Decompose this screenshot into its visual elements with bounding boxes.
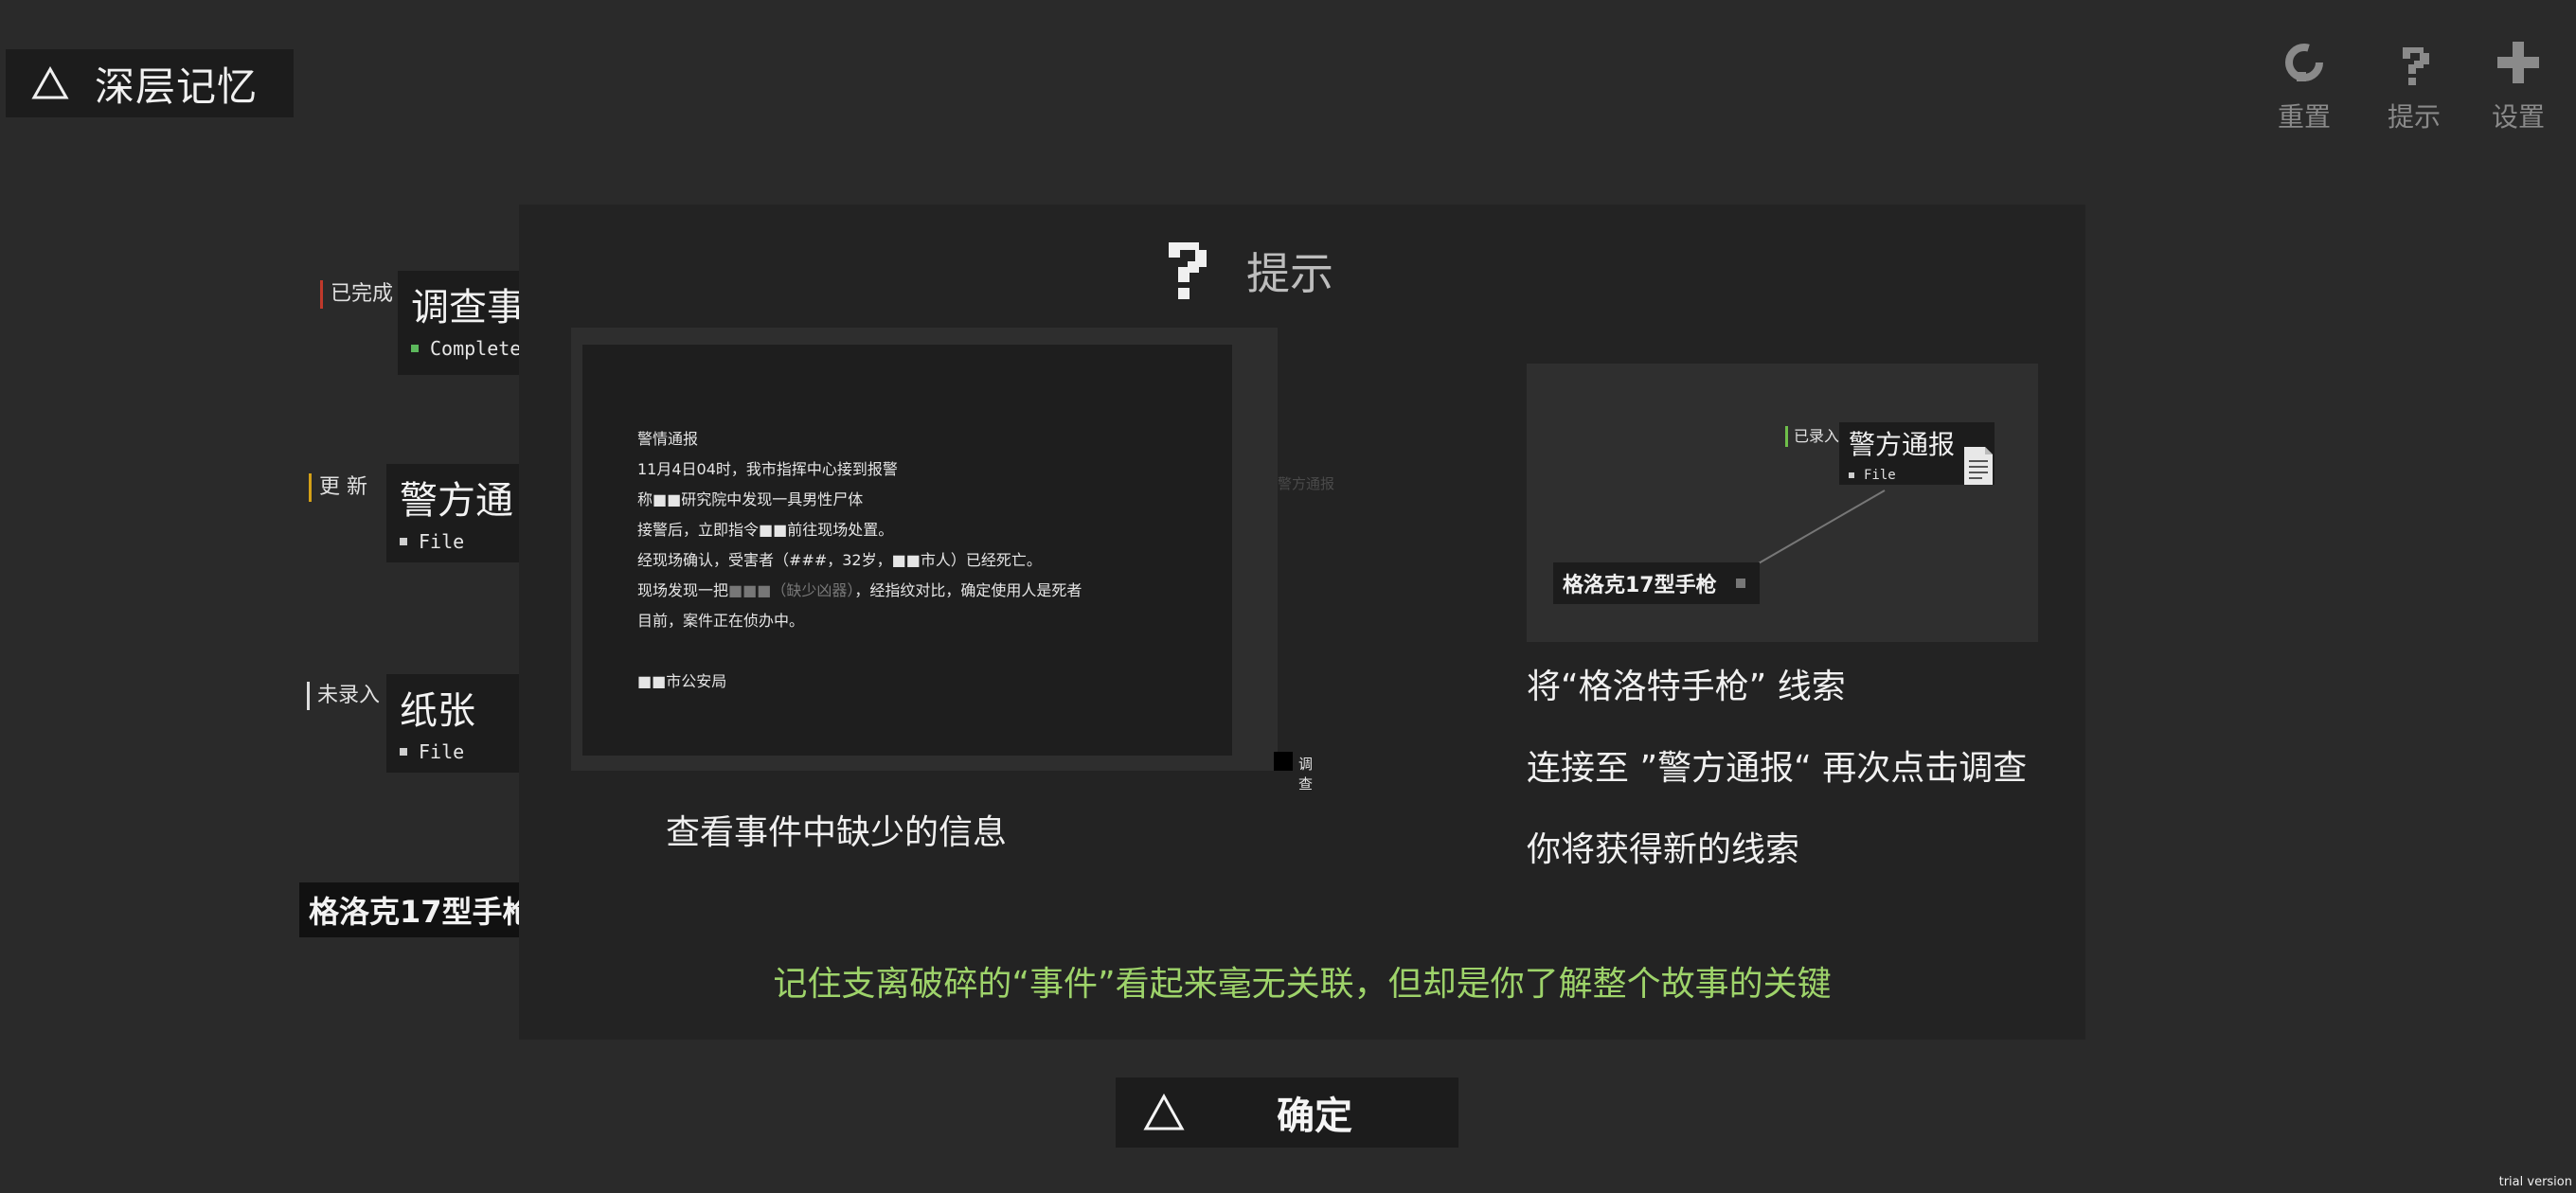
question-icon: [1169, 242, 1207, 299]
reset-button[interactable]: 重置: [2252, 38, 2356, 134]
status-dot: [411, 345, 419, 352]
doc-line: 警情通报: [637, 430, 699, 448]
document-text: 警情通报 11月4日04时，我市指挥中心接到报警 称■■研究院中发现一具男性尸体…: [637, 424, 1082, 697]
doc-line: ■■市公安局: [637, 672, 727, 690]
triangle-outline-icon: [31, 65, 69, 99]
node-name: 调查事: [411, 286, 525, 329]
doc-line: 11月4日04时，我市指挥中心接到报警: [637, 460, 898, 478]
clue-node-paper[interactable]: 纸张 File: [386, 674, 528, 773]
connection-example: 已录入 警方通报 File 格洛克17型手枪: [1527, 364, 2038, 642]
node-name: 格洛克17型手枪: [309, 894, 533, 930]
node-sub-label: File: [419, 740, 465, 763]
instruction-line: 你将获得新的线索: [1527, 830, 1800, 869]
game-title-panel: 深层记忆: [6, 49, 294, 117]
doc-line: 称■■研究院中发现一具男性尸体: [637, 490, 864, 508]
example-glock-node: 格洛克17型手枪: [1553, 562, 1760, 604]
hint-tip: 记住支离破碎的“事件”看起来毫无关联，但却是你了解整个故事的关键: [773, 965, 1832, 1004]
investigate-label: 调查: [1298, 756, 1314, 792]
doc-line-tail: ，经指纹对比，确定使用人是死者: [854, 581, 1082, 599]
instruction-line: 将“格洛特手枪” 线索: [1527, 668, 1846, 706]
redacted-text: ■■■（缺少凶器）: [728, 581, 855, 599]
investigate-square: [1274, 752, 1293, 771]
status-dot: [400, 748, 407, 756]
connector-dot: [1735, 579, 1745, 588]
node-subtitle: Complete: [398, 331, 530, 369]
reset-label: 重置: [2277, 101, 2331, 133]
document-caption: 查看事件中缺少的信息: [666, 813, 1008, 852]
game-title: 深层记忆: [95, 62, 259, 110]
question-icon: [2403, 47, 2429, 85]
status-dot: [400, 538, 407, 545]
example-sub-label: File: [1864, 468, 1896, 483]
example-gun-name: 格洛克17型手枪: [1563, 574, 1717, 597]
doc-line: 目前，案件正在侦办中。: [637, 612, 805, 630]
ghost-label: 警方通报: [1278, 475, 1335, 492]
plus-icon: [2497, 42, 2539, 83]
node-subtitle: File: [386, 735, 528, 773]
node-sub-label: File: [419, 530, 465, 553]
confirm-button[interactable]: 确定: [1116, 1077, 1458, 1148]
example-status-tag: 已录入: [1785, 426, 1839, 447]
doc-line: 经现场确认，受害者（###，32岁，■■市人）已经死亡。: [637, 551, 1042, 569]
node-status-tag: 未录入: [307, 682, 380, 710]
clue-node-glock[interactable]: 格洛克17型手枪: [299, 882, 536, 937]
dialog-header: 提示: [1163, 239, 1333, 303]
settings-button[interactable]: 设置: [2466, 38, 2570, 134]
confirm-label: 确定: [1277, 1095, 1352, 1138]
reset-icon: [2285, 44, 2323, 81]
triangle-outline-icon: [1143, 1093, 1185, 1131]
doc-line-head: 现场发现一把: [637, 581, 729, 599]
node-sub-label: Complete: [430, 337, 522, 360]
hint-button[interactable]: 提示: [2362, 38, 2466, 134]
document-preview: 警情通报 11月4日04时，我市指挥中心接到报警 称■■研究院中发现一具男性尸体…: [571, 328, 1334, 792]
hint-dialog: 提示 警情通报 11月4日04时，我市指挥中心接到报警 称■■研究院中发现一具男…: [519, 205, 2085, 1040]
node-name: 纸张: [400, 689, 475, 733]
node-name: 警方通: [400, 479, 513, 523]
doc-line: 现场发现一把■■■（缺少凶器），经指纹对比，确定使用人是死者: [637, 576, 1082, 606]
doc-line: 接警后，立即指令■■前往现场处置。: [637, 521, 894, 539]
hint-label: 提示: [2387, 101, 2441, 133]
document-icon: [1964, 447, 1993, 485]
document-page: 警情通报 11月4日04时，我市指挥中心接到报警 称■■研究院中发现一具男性尸体…: [582, 345, 1313, 792]
node-subtitle: File: [386, 525, 528, 562]
node-status-tag: 已完成: [320, 280, 393, 309]
status-dot: [1849, 472, 1854, 478]
instruction-line: 连接至 ”警方通报“ 再次点击调查: [1527, 749, 2028, 788]
settings-label: 设置: [2491, 101, 2545, 133]
clue-node-investigation[interactable]: 调查事 Complete: [398, 271, 530, 375]
node-status-tag: 更 新: [309, 473, 367, 502]
clue-node-police-report[interactable]: 警方通 File: [386, 464, 528, 562]
dialog-title: 提示: [1246, 248, 1333, 299]
trial-watermark: trial version: [2498, 1175, 2572, 1189]
